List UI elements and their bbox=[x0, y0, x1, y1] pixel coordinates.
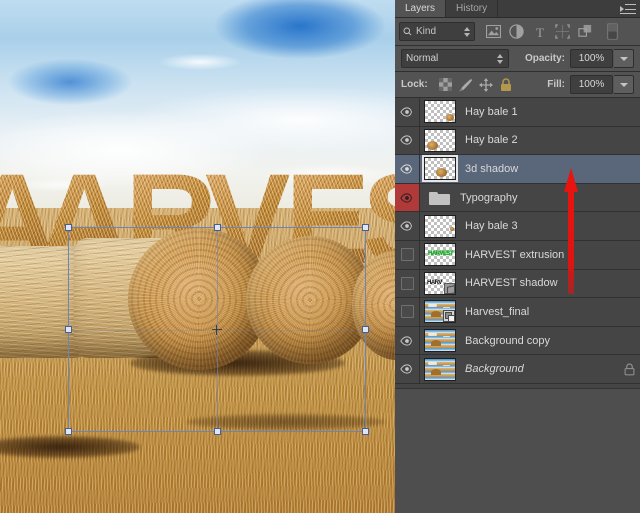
ground-shadow-3 bbox=[186, 414, 386, 430]
filter-shape-layers-icon[interactable] bbox=[551, 21, 574, 43]
eye-icon bbox=[400, 364, 414, 374]
layer-visibility-toggle[interactable] bbox=[395, 355, 420, 383]
layer-visibility-toggle[interactable] bbox=[395, 98, 420, 126]
layer-thumbnail[interactable] bbox=[424, 214, 456, 238]
filter-kind-select[interactable]: Kind bbox=[399, 22, 475, 41]
eye-icon bbox=[400, 135, 414, 145]
three-d-layer-badge bbox=[444, 282, 455, 294]
layer-row-background[interactable]: Background bbox=[395, 355, 640, 384]
layer-visibility-toggle[interactable] bbox=[395, 155, 420, 183]
layer-row-typography-group[interactable]: Typography bbox=[395, 183, 640, 213]
layer-row-harvest-extrusion[interactable]: HARVEST HARVEST extrusion bbox=[395, 240, 640, 270]
layer-name[interactable]: 3d shadow bbox=[465, 163, 640, 175]
layer-list: Hay bale 1 Hay bale 2 3d shadow Typograp… bbox=[395, 98, 640, 384]
opacity-dropdown-button[interactable] bbox=[614, 49, 634, 68]
panel-tab-bar: Layers History bbox=[395, 0, 640, 18]
layer-name[interactable]: HARVEST extrusion bbox=[465, 249, 640, 261]
layer-name[interactable]: HARVEST shadow bbox=[465, 277, 640, 289]
lock-image-pixels-icon[interactable] bbox=[456, 76, 476, 94]
layer-thumbnail[interactable]: HARV bbox=[424, 271, 456, 295]
filter-adjustment-layers-icon[interactable] bbox=[505, 21, 528, 43]
layer-visibility-toggle[interactable] bbox=[395, 212, 420, 240]
eye-icon bbox=[400, 192, 414, 203]
folder-icon bbox=[429, 190, 451, 206]
tab-history[interactable]: History bbox=[446, 0, 499, 17]
layer-row-harvest-shadow[interactable]: HARV HARVEST shadow bbox=[395, 269, 640, 299]
layer-name[interactable]: Typography bbox=[460, 192, 640, 204]
eye-icon bbox=[400, 164, 414, 174]
opacity-value[interactable]: 100% bbox=[570, 49, 613, 68]
eye-off-icon bbox=[400, 276, 414, 290]
lock-transparent-pixels-icon[interactable] bbox=[436, 76, 456, 94]
layer-filter-row: Kind T bbox=[395, 18, 640, 46]
layer-thumbnail[interactable]: HARVEST bbox=[424, 243, 456, 267]
smart-object-badge bbox=[443, 310, 455, 323]
blend-mode-stepper[interactable] bbox=[497, 53, 503, 64]
layer-name[interactable]: Background copy bbox=[465, 335, 640, 347]
eye-off-icon bbox=[400, 305, 414, 319]
fill-dropdown-button[interactable] bbox=[614, 75, 634, 94]
layer-visibility-toggle[interactable] bbox=[395, 269, 420, 298]
layer-name[interactable]: Background bbox=[465, 363, 618, 375]
filter-type-layers-icon[interactable]: T bbox=[528, 21, 551, 43]
layer-row-hay-bale-1[interactable]: Hay bale 1 bbox=[395, 98, 640, 127]
lock-row: Lock: Fill: 100% bbox=[395, 72, 640, 98]
eye-icon bbox=[400, 221, 414, 231]
layer-thumbnail[interactable] bbox=[424, 100, 456, 124]
filter-kind-stepper[interactable] bbox=[464, 26, 470, 37]
eye-off-icon bbox=[400, 248, 414, 262]
layer-thumbnail[interactable] bbox=[422, 155, 458, 183]
svg-text:T: T bbox=[536, 25, 544, 39]
eye-icon bbox=[400, 107, 414, 117]
filter-toggle-switch[interactable] bbox=[601, 21, 624, 43]
eye-icon bbox=[400, 335, 414, 346]
layer-visibility-toggle[interactable] bbox=[395, 298, 420, 326]
layers-panel: Layers History Kind T Normal Opacity: 10… bbox=[395, 0, 640, 513]
panel-empty-area bbox=[395, 388, 640, 513]
opacity-label: Opacity: bbox=[524, 53, 565, 64]
layer-thumbnail[interactable] bbox=[424, 300, 456, 324]
layer-row-hay-bale-3[interactable]: Hay bale 3 bbox=[395, 212, 640, 241]
lock-position-icon[interactable] bbox=[476, 76, 496, 94]
layer-thumbnail[interactable] bbox=[424, 128, 456, 152]
blend-mode-value: Normal bbox=[406, 53, 439, 64]
document-canvas[interactable]: A A R V E S bbox=[0, 0, 395, 513]
layer-visibility-toggle[interactable] bbox=[395, 240, 420, 269]
tab-layers-label: Layers bbox=[405, 3, 436, 14]
layer-visibility-toggle[interactable] bbox=[395, 126, 420, 155]
layer-name[interactable]: Hay bale 1 bbox=[465, 106, 640, 118]
layer-row-harvest-final[interactable]: Harvest_final bbox=[395, 298, 640, 327]
filter-smart-objects-icon[interactable] bbox=[574, 21, 597, 43]
panel-menu-icon[interactable] bbox=[620, 3, 636, 15]
search-icon bbox=[403, 27, 412, 36]
tab-layers[interactable]: Layers bbox=[395, 0, 447, 17]
layer-visibility-toggle[interactable] bbox=[395, 326, 420, 355]
filter-kind-label: Kind bbox=[416, 26, 437, 37]
layer-row-hay-bale-2[interactable]: Hay bale 2 bbox=[395, 126, 640, 156]
layer-row-background-copy[interactable]: Background copy bbox=[395, 326, 640, 356]
layer-name[interactable]: Harvest_final bbox=[465, 306, 640, 318]
tab-history-label: History bbox=[456, 3, 488, 14]
layer-visibility-toggle[interactable] bbox=[395, 183, 420, 212]
photoshop-window: A A R V E S bbox=[0, 0, 640, 513]
layer-name[interactable]: Hay bale 2 bbox=[465, 134, 640, 146]
background-lock-icon bbox=[618, 363, 640, 376]
lock-all-icon[interactable] bbox=[496, 76, 516, 94]
blend-mode-select[interactable]: Normal bbox=[401, 49, 509, 68]
layer-row-3d-shadow[interactable]: 3d shadow bbox=[395, 155, 640, 184]
layer-name[interactable]: Hay bale 3 bbox=[465, 220, 640, 232]
layer-thumbnail[interactable] bbox=[424, 357, 456, 381]
lock-label: Lock: bbox=[401, 79, 428, 90]
blend-mode-row: Normal Opacity: 100% bbox=[395, 46, 640, 72]
fill-label: Fill: bbox=[547, 79, 565, 90]
layer-thumbnail[interactable] bbox=[424, 329, 456, 353]
fill-value[interactable]: 100% bbox=[570, 75, 613, 94]
filter-pixel-layers-icon[interactable] bbox=[482, 21, 505, 43]
